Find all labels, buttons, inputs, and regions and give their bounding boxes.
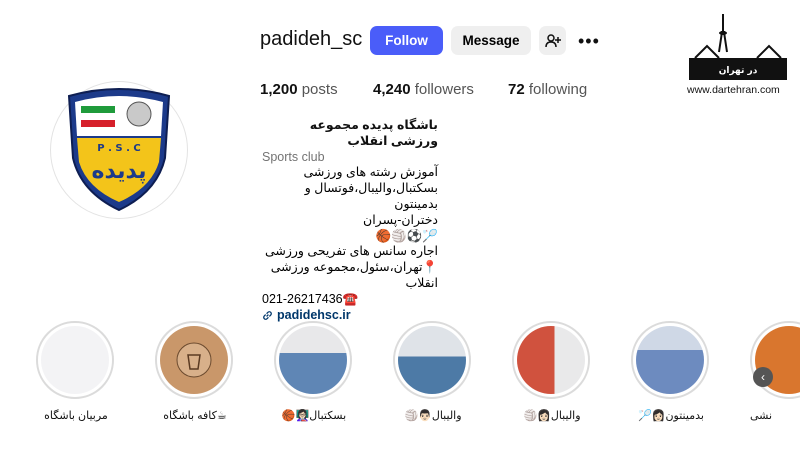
following-stat[interactable]: 72 following bbox=[508, 81, 587, 98]
highlight-label: بسکتبال👩🏻‍🏫🏀 bbox=[281, 410, 347, 422]
watermark-url: www.dartehran.com bbox=[687, 84, 780, 96]
followers-count: 4,240 bbox=[373, 81, 411, 98]
bio-line: بسکتبال،والیبال،فوتسال و بدمینتون bbox=[304, 181, 438, 211]
highlight-cover bbox=[41, 326, 109, 394]
highlight-item[interactable]: مربیان باشگاه bbox=[36, 321, 118, 422]
message-button[interactable]: Message bbox=[451, 26, 531, 55]
profile-bio: باشگاه پدیده مجموعه ورزشی انقلاب Sports … bbox=[262, 118, 462, 323]
bio-line: 🏸⚽🏐🏀 bbox=[375, 228, 438, 243]
following-label: following bbox=[528, 81, 588, 98]
follow-button[interactable]: Follow bbox=[370, 26, 443, 55]
profile-username: padideh_sc bbox=[260, 28, 363, 50]
add-user-button[interactable] bbox=[539, 26, 566, 55]
highlight-label: ☕کافه باشگاه bbox=[163, 410, 227, 422]
highlight-item[interactable]: ☕کافه باشگاه bbox=[155, 321, 237, 422]
posts-label: posts bbox=[301, 81, 338, 98]
bio-line: اجاره سانس های تفریحی ورزشی bbox=[264, 244, 438, 259]
followers-stat[interactable]: 4,240 followers bbox=[373, 81, 474, 98]
crest-text: پدیده bbox=[92, 159, 147, 184]
highlight-item[interactable]: والیبال👩🏻🏐 bbox=[512, 321, 594, 422]
highlight-cover bbox=[636, 326, 704, 394]
bio-phone: 021-26217436☎️ bbox=[262, 291, 359, 306]
profile-avatar[interactable]: P . S . C پدیده bbox=[50, 81, 188, 219]
posts-stat: 1,200 posts bbox=[260, 81, 338, 98]
highlight-cover bbox=[398, 326, 466, 394]
following-count: 72 bbox=[508, 81, 525, 98]
link-icon bbox=[263, 311, 272, 320]
bio-line: دختران-پسران bbox=[363, 212, 438, 227]
highlight-item[interactable]: بسکتبال👩🏻‍🏫🏀 bbox=[274, 321, 356, 422]
highlight-label: بدمینتون👩🏻🏸 bbox=[638, 410, 704, 422]
person-add-icon bbox=[544, 33, 561, 47]
bio-name: باشگاه پدیده مجموعه ورزشی انقلاب bbox=[309, 118, 438, 148]
scroll-left-arrow-icon[interactable]: ‹ bbox=[753, 367, 773, 387]
highlight-item[interactable]: والیبال👨🏻🏐 bbox=[393, 321, 475, 422]
highlight-item[interactable]: بدمینتون👩🏻🏸 bbox=[631, 321, 713, 422]
highlight-label: نشی bbox=[750, 410, 773, 422]
bio-line: 📍تهران،سئول،مجموعه ورزشی انقلاب bbox=[270, 260, 438, 290]
highlight-label: والیبال👩🏻🏐 bbox=[523, 410, 581, 422]
highlight-cover bbox=[160, 326, 228, 394]
watermark-text: در تهران bbox=[719, 66, 758, 76]
bio-line: آموزش رشته های ورزشی bbox=[303, 165, 438, 180]
followers-label: followers bbox=[414, 81, 474, 98]
highlight-label: والیبال👨🏻🏐 bbox=[404, 410, 462, 422]
crest-letters: P . S . C bbox=[97, 143, 140, 154]
club-crest-logo: P . S . C پدیده bbox=[67, 88, 171, 212]
coffee-cup-icon bbox=[176, 342, 212, 378]
more-options-icon[interactable]: ••• bbox=[578, 31, 600, 52]
highlight-cover bbox=[517, 326, 585, 394]
highlight-cover bbox=[279, 326, 347, 394]
bio-category: Sports club bbox=[262, 149, 325, 164]
highlight-label: مربیان باشگاه bbox=[44, 410, 108, 422]
posts-count: 1,200 bbox=[260, 81, 298, 98]
